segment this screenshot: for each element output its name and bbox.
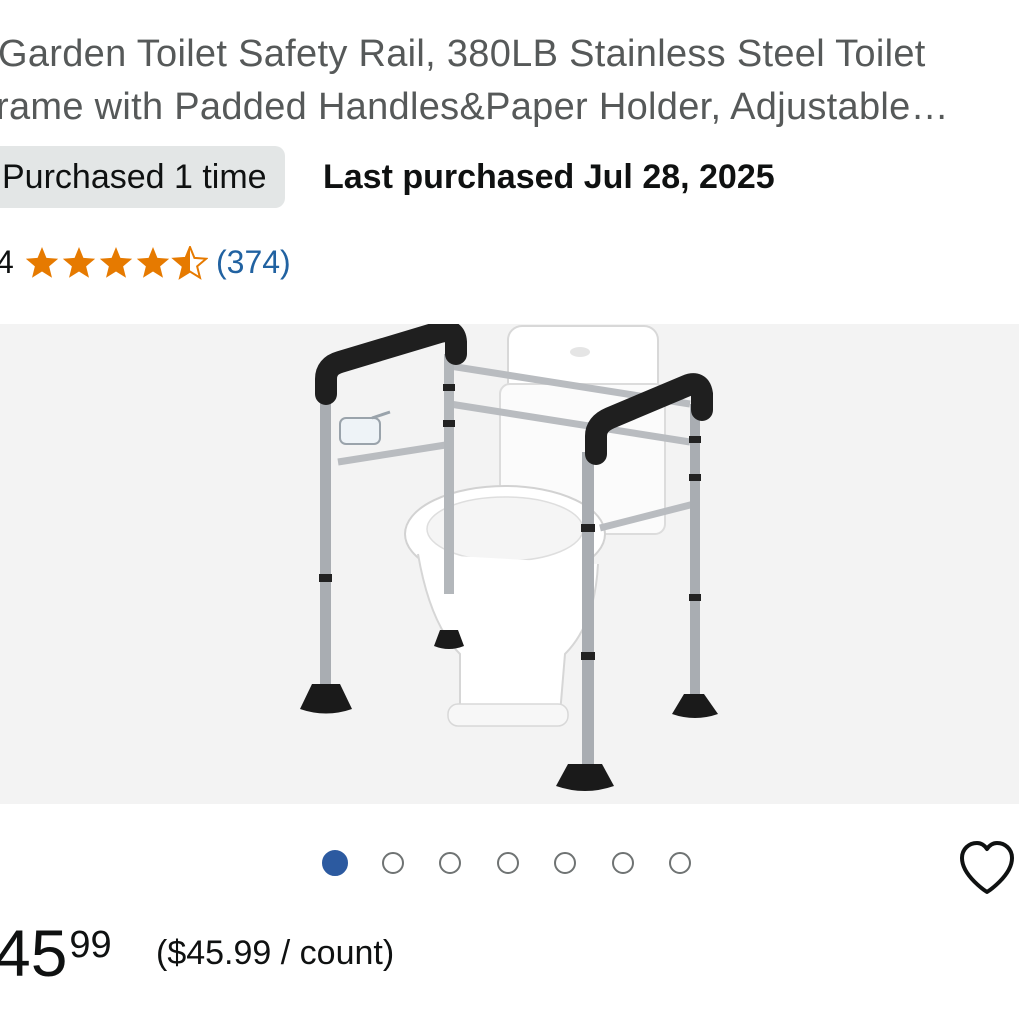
- star-icon: [171, 246, 208, 280]
- price-whole: 45: [0, 916, 68, 990]
- carousel-dot[interactable]: [322, 850, 348, 876]
- carousel-dot[interactable]: [554, 852, 576, 874]
- star-icon: [62, 247, 96, 278]
- toilet-safety-rail-illustration: [300, 324, 718, 791]
- heart-icon[interactable]: [956, 838, 1018, 900]
- unit-price: ($45.99 / count): [156, 934, 395, 972]
- product-title-line-1[interactable]: Garden Toilet Safety Rail, 380LB Stainle…: [0, 33, 926, 76]
- star-icon: [99, 247, 133, 278]
- last-purchased-date: Last purchased Jul 28, 2025: [323, 158, 775, 196]
- carousel-dot[interactable]: [611, 852, 634, 874]
- star-icon: [25, 247, 59, 278]
- price-fraction: 99: [69, 924, 112, 966]
- product-image[interactable]: [0, 324, 1019, 804]
- star-icon: [136, 247, 170, 278]
- star-rating-icons[interactable]: [24, 246, 208, 282]
- rating-value: 4: [0, 244, 14, 280]
- carousel-dot[interactable]: [496, 852, 519, 874]
- purchased-count-badge: Purchased 1 time: [0, 146, 285, 208]
- carousel-dot[interactable]: [669, 852, 691, 874]
- carousel-dot[interactable]: [439, 852, 461, 874]
- price: 4599: [0, 920, 112, 986]
- product-title-line-2[interactable]: rame with Padded Handles&Paper Holder, A…: [0, 86, 949, 129]
- review-count-link[interactable]: (374): [216, 244, 291, 281]
- carousel-dot[interactable]: [381, 852, 404, 874]
